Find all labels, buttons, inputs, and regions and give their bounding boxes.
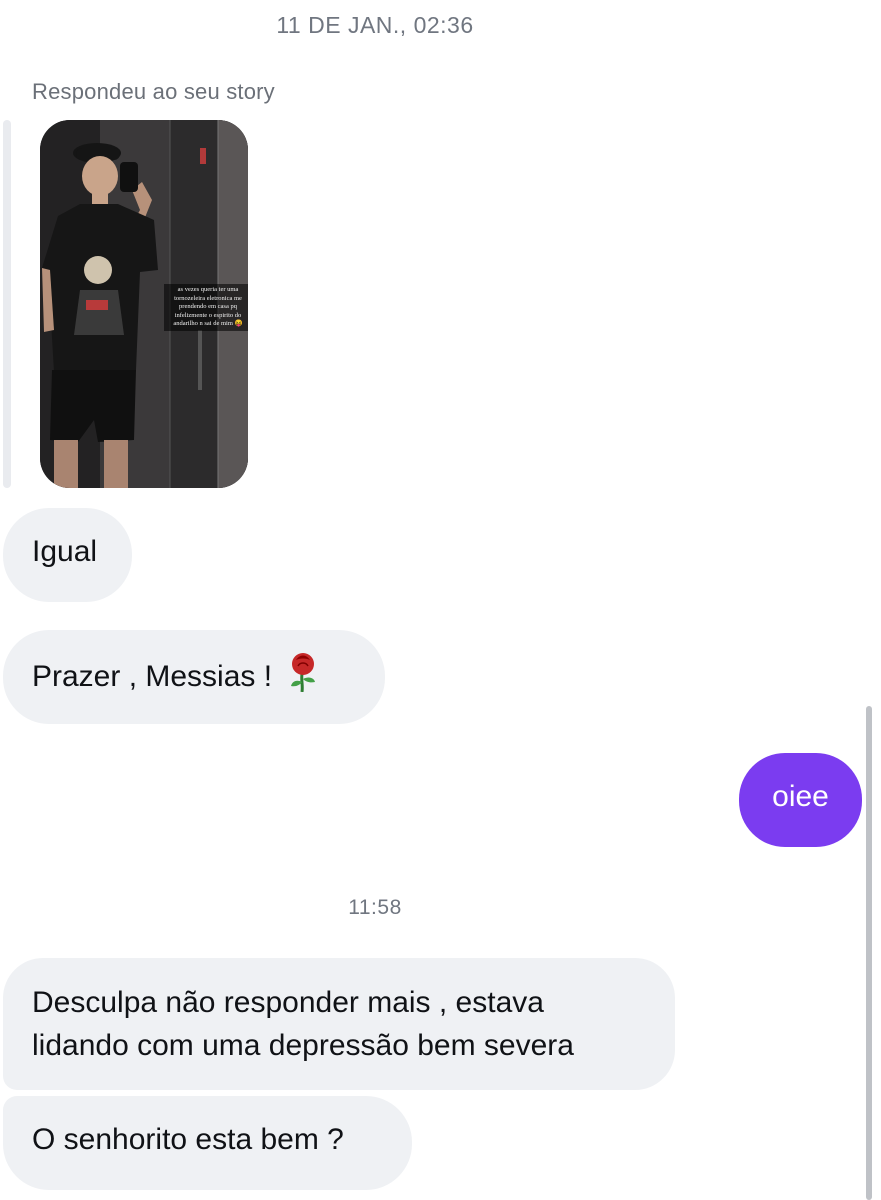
message-text: Prazer , Messias ! bbox=[32, 660, 273, 693]
message-bubble-incoming[interactable]: O senhorito esta bem ? bbox=[3, 1096, 412, 1190]
time-separator: 11:58 bbox=[348, 896, 402, 919]
date-separator: 11 DE JAN., 02:36 bbox=[276, 12, 474, 38]
story-thumbnail[interactable]: as vezes queria ter uma tornozeleira ele… bbox=[40, 120, 248, 488]
story-caption: as vezes queria ter uma tornozeleira ele… bbox=[164, 284, 248, 331]
story-reply-label: Respondeu ao seu story bbox=[32, 79, 275, 104]
message-text: Desculpa não responder mais , estava lid… bbox=[32, 986, 574, 1062]
scrollbar-thumb[interactable] bbox=[866, 706, 872, 1200]
rose-icon bbox=[288, 652, 318, 705]
message-bubble-incoming[interactable]: Prazer , Messias ! bbox=[3, 630, 385, 724]
reply-indicator-bar bbox=[3, 120, 11, 488]
message-bubble-incoming[interactable]: Igual bbox=[3, 508, 132, 602]
message-text: oiee bbox=[772, 780, 829, 813]
message-bubble-outgoing[interactable]: oiee bbox=[739, 753, 862, 847]
message-text: O senhorito esta bem ? bbox=[32, 1123, 344, 1156]
message-bubble-incoming[interactable]: Desculpa não responder mais , estava lid… bbox=[3, 958, 675, 1090]
message-text: Igual bbox=[32, 535, 98, 568]
